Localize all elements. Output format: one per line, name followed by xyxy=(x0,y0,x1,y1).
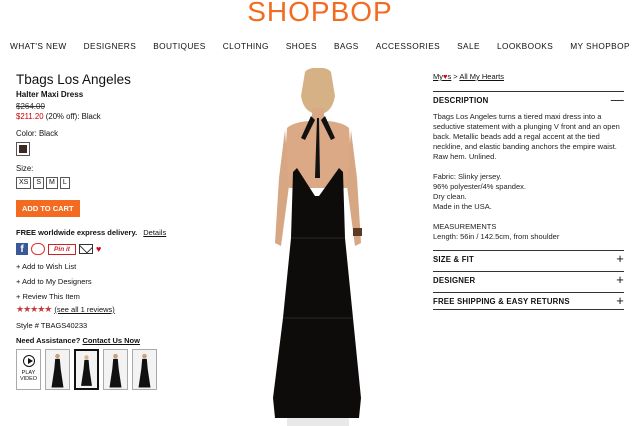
nav-bags[interactable]: BAGS xyxy=(334,41,359,51)
fabric-line: Fabric: Slinky jersey. xyxy=(433,172,502,181)
product-info: Tbags Los Angeles Halter Maxi Dress $264… xyxy=(16,72,186,345)
discount-text: (20% off): xyxy=(45,112,80,121)
review-item-link[interactable]: + Review This Item xyxy=(16,292,186,301)
nav-designers[interactable]: DESIGNERS xyxy=(84,41,136,51)
add-to-wish-list-link[interactable]: + Add to Wish List xyxy=(16,262,186,271)
main-nav: WHAT'S NEW DESIGNERS BOUTIQUES CLOTHING … xyxy=(10,41,630,51)
nav-whats-new[interactable]: WHAT'S NEW xyxy=(10,41,67,51)
size-xs[interactable]: XS xyxy=(16,177,32,189)
measurements-title: MEASUREMENTS xyxy=(433,222,497,231)
brand-name[interactable]: Tbags Los Angeles xyxy=(16,72,186,87)
size-fit-header[interactable]: SIZE & FIT + xyxy=(433,250,624,267)
my-hearts-breadcrumb: My♥s > All My Hearts xyxy=(433,72,624,81)
size-label: Size: xyxy=(16,164,34,173)
facebook-icon[interactable]: f xyxy=(16,243,28,255)
description-text: Tbags Los Angeles turns a tiered maxi dr… xyxy=(433,112,620,161)
weibo-icon[interactable] xyxy=(31,243,45,255)
expand-icon[interactable]: + xyxy=(616,252,624,265)
designer-title: DESIGNER xyxy=(433,275,476,285)
shipping-details-link[interactable]: Details xyxy=(143,228,166,237)
play-video-label: PLAY VIDEO xyxy=(19,370,38,382)
collapse-icon[interactable]: — xyxy=(611,93,624,106)
nav-accessories[interactable]: ACCESSORIES xyxy=(376,41,440,51)
nav-lookbooks[interactable]: LOOKBOOKS xyxy=(497,41,553,51)
nav-clothing[interactable]: CLOTHING xyxy=(223,41,269,51)
email-icon[interactable] xyxy=(79,244,93,254)
shipping-text: FREE worldwide express delivery. xyxy=(16,228,138,237)
all-my-hearts-link[interactable]: All My Hearts xyxy=(459,72,504,81)
thumbnail-strip: PLAY VIDEO xyxy=(16,349,157,390)
sale-price: $211.20 xyxy=(16,112,44,121)
play-icon xyxy=(22,355,35,367)
expand-icon[interactable]: + xyxy=(616,294,624,307)
assist-label: Need Assistance? xyxy=(16,336,81,345)
nav-sale[interactable]: SALE xyxy=(457,41,480,51)
shipping-returns-header[interactable]: FREE SHIPPING & EASY RETURNS + xyxy=(433,292,624,310)
pinterest-button[interactable]: Pin it xyxy=(48,243,76,255)
shipping-info: FREE worldwide express delivery. Details xyxy=(16,228,186,237)
social-share: f Pin it ♥ xyxy=(16,242,186,256)
size-l[interactable]: L xyxy=(59,177,70,189)
sale-price-line: $211.20 (20% off): Black xyxy=(16,112,186,121)
star-rating-icon: ★★★★★ xyxy=(16,304,52,314)
main-product-image[interactable] xyxy=(257,67,377,426)
nav-boutiques[interactable]: BOUTIQUES xyxy=(153,41,205,51)
size-s[interactable]: S xyxy=(33,177,45,189)
measurements-text: Length: 56in / 142.5cm, from shoulder xyxy=(433,232,560,241)
origin-line: Made in the USA. xyxy=(433,202,492,211)
rating: ★★★★★ (see all 1 reviews) xyxy=(16,304,186,315)
thumbnail-back[interactable] xyxy=(74,349,99,390)
breadcrumb-separator: > xyxy=(453,72,458,81)
designer-header[interactable]: DESIGNER + xyxy=(433,271,624,288)
add-to-cart-button[interactable]: ADD TO CART xyxy=(16,200,80,217)
size-selector: XS S M L xyxy=(16,177,186,189)
see-reviews-link[interactable]: (see all 1 reviews) xyxy=(54,305,114,314)
contact-us-link[interactable]: Contact Us Now xyxy=(82,336,140,345)
my-hearts-link[interactable]: My♥s xyxy=(433,72,451,81)
thumbnail-front[interactable] xyxy=(45,349,70,390)
add-to-designers-link[interactable]: + Add to My Designers xyxy=(16,277,186,286)
nav-my-shopbop[interactable]: MY SHOPBOP xyxy=(570,41,630,51)
product-details-panel: My♥s > All My Hearts DESCRIPTION — Tbags… xyxy=(433,72,624,310)
play-video-button[interactable]: PLAY VIDEO xyxy=(16,349,41,390)
product-name: Halter Maxi Dress xyxy=(16,90,84,99)
description-title: DESCRIPTION xyxy=(433,95,489,105)
shopbop-logo[interactable]: SHOPBOP xyxy=(0,0,640,24)
color-name: Black xyxy=(81,112,101,121)
shipping-returns-title: FREE SHIPPING & EASY RETURNS xyxy=(433,296,570,306)
thumbnail-side[interactable] xyxy=(103,349,128,390)
assistance: Need Assistance? Contact Us Now xyxy=(16,336,186,345)
care-line: Dry clean. xyxy=(433,192,467,201)
thumbnail-detail[interactable] xyxy=(132,349,157,390)
style-number: Style # TBAGS40233 xyxy=(16,321,88,330)
description-header[interactable]: DESCRIPTION — xyxy=(433,91,624,108)
size-m[interactable]: M xyxy=(46,177,58,189)
size-fit-title: SIZE & FIT xyxy=(433,254,474,264)
color-label: Color: Black xyxy=(16,129,59,138)
color-swatch-black[interactable] xyxy=(16,142,30,156)
nav-shoes[interactable]: SHOES xyxy=(286,41,317,51)
original-price: $264.00 xyxy=(16,102,45,111)
heart-icon[interactable]: ♥ xyxy=(96,244,101,254)
expand-icon[interactable]: + xyxy=(616,273,624,286)
product-actions: + Add to Wish List + Add to My Designers… xyxy=(16,262,186,301)
composition-line: 96% polyester/4% spandex. xyxy=(433,182,526,191)
description-content: Tbags Los Angeles turns a tiered maxi dr… xyxy=(433,112,624,242)
dress-model-image xyxy=(273,67,362,426)
